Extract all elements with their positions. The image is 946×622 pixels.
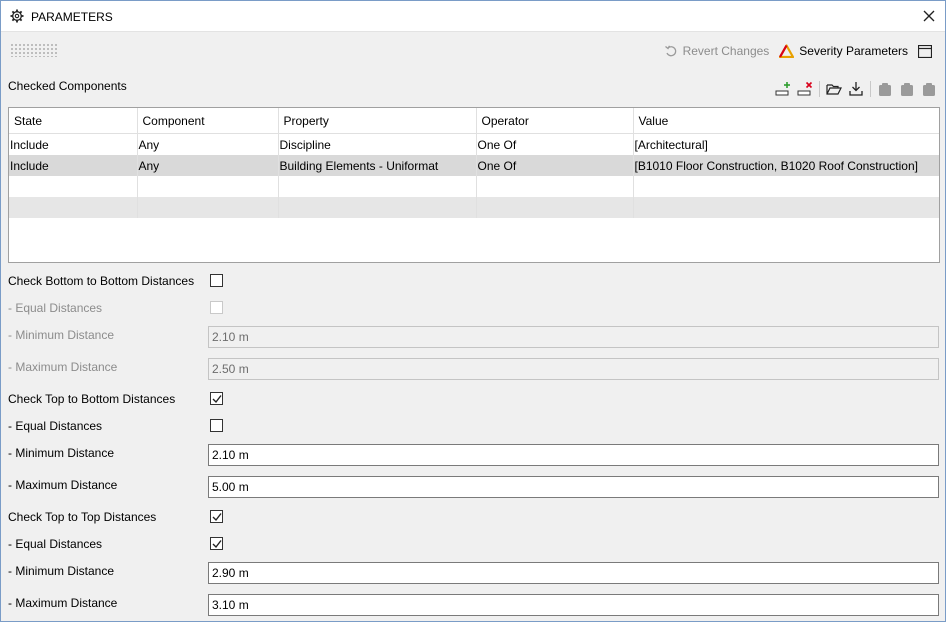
severity-triangle-icon [779, 44, 795, 58]
cell-component[interactable]: Any [137, 155, 279, 176]
cell-value[interactable]: [Architectural] [633, 133, 939, 155]
remove-row-button[interactable] [797, 81, 813, 97]
checkmark-icon [212, 513, 222, 522]
clipboard-icon [923, 82, 935, 96]
save-button[interactable] [848, 81, 864, 97]
t2t-equal-label: - Equal Distances [8, 537, 103, 551]
parameters-window: PARAMETERS Revert Changes Severity Param… [0, 0, 946, 622]
undo-icon [664, 45, 676, 57]
cell-component[interactable]: Any [137, 133, 279, 155]
cell-property[interactable]: Building Elements - Uniformat [278, 155, 477, 176]
clipboard-button-1[interactable] [877, 81, 893, 97]
column-header-property[interactable]: Property [278, 108, 477, 134]
cell-state[interactable]: Include [9, 155, 138, 176]
b2b-equal-label: - Equal Distances [8, 301, 103, 315]
cell-value[interactable]: [B1010 Floor Construction, B1020 Roof Co… [633, 155, 939, 176]
t2b-equal-label: - Equal Distances [8, 419, 103, 433]
cell-property[interactable]: Discipline [278, 133, 477, 155]
remove-row-icon [797, 81, 813, 96]
table-row[interactable]: Include Any Discipline One Of [Architect… [9, 133, 939, 155]
revert-changes-button[interactable]: Revert Changes [664, 44, 770, 58]
toolbar-separator [819, 81, 820, 97]
t2b-max-label: - Maximum Distance [8, 478, 118, 492]
window-title: PARAMETERS [31, 10, 113, 24]
cell-operator[interactable]: One Of [476, 155, 634, 176]
clipboard-icon [879, 82, 891, 96]
clipboard-icon [901, 82, 913, 96]
t2b-min-field[interactable]: 2.10 m [208, 444, 939, 466]
checked-components-label: Checked Components [8, 79, 127, 93]
column-header-state[interactable]: State [9, 108, 138, 134]
empty-row [9, 176, 939, 197]
b2b-max-field[interactable]: 2.50 m [208, 358, 939, 380]
table-row[interactable]: Include Any Building Elements - Uniforma… [9, 155, 939, 176]
drag-grip-icon[interactable] [10, 43, 58, 57]
t2b-check-label: Check Top to Bottom Distances [8, 392, 176, 406]
checkmark-icon [212, 395, 222, 404]
t2b-min-label: - Minimum Distance [8, 446, 115, 460]
title-bar: PARAMETERS [1, 1, 945, 32]
empty-row [9, 197, 939, 218]
components-toolbar [775, 80, 943, 98]
cell-state[interactable]: Include [9, 133, 138, 155]
severity-parameters-label: Severity Parameters [799, 44, 908, 58]
download-icon [849, 82, 863, 96]
severity-parameters-button[interactable]: Severity Parameters [779, 44, 908, 58]
open-button[interactable] [826, 81, 842, 97]
revert-changes-label: Revert Changes [682, 44, 770, 58]
t2t-checkbox[interactable] [210, 510, 223, 523]
top-toolbar: Revert Changes Severity Parameters [654, 42, 937, 60]
b2b-check-label: Check Bottom to Bottom Distances [8, 274, 195, 288]
t2t-max-field[interactable]: 3.10 m [208, 594, 939, 616]
window-icon [918, 44, 932, 58]
t2b-equal-checkbox[interactable] [210, 419, 223, 432]
t2t-check-label: Check Top to Top Distances [8, 510, 157, 524]
cell-operator[interactable]: One Of [476, 133, 634, 155]
t2b-checkbox[interactable] [210, 392, 223, 405]
checkmark-icon [212, 540, 222, 549]
b2b-max-label: - Maximum Distance [8, 360, 118, 374]
t2t-min-label: - Minimum Distance [8, 564, 115, 578]
clipboard-button-3[interactable] [921, 81, 937, 97]
column-header-component[interactable]: Component [137, 108, 279, 134]
grid-header-row: State Component Property Operator Value [9, 108, 939, 134]
b2b-min-field[interactable]: 2.10 m [208, 326, 939, 348]
b2b-min-label: - Minimum Distance [8, 328, 115, 342]
column-header-operator[interactable]: Operator [476, 108, 634, 134]
t2t-equal-checkbox[interactable] [210, 537, 223, 550]
b2b-checkbox[interactable] [210, 274, 223, 287]
t2t-min-field[interactable]: 2.90 m [208, 562, 939, 584]
add-row-button[interactable] [775, 81, 791, 97]
add-row-icon [775, 82, 790, 96]
folder-open-icon [826, 84, 842, 95]
window-layout-button[interactable] [918, 44, 937, 58]
b2b-equal-checkbox[interactable] [210, 301, 223, 314]
gear-icon [10, 9, 24, 23]
dialog-body: Revert Changes Severity Parameters Check… [1, 32, 945, 621]
t2b-max-field[interactable]: 5.00 m [208, 476, 939, 498]
clipboard-button-2[interactable] [899, 81, 915, 97]
column-header-value[interactable]: Value [633, 108, 939, 134]
toolbar-separator [870, 81, 871, 97]
close-icon[interactable] [922, 9, 936, 23]
checked-components-grid[interactable]: State Component Property Operator Value … [8, 107, 940, 263]
t2t-max-label: - Maximum Distance [8, 596, 118, 610]
